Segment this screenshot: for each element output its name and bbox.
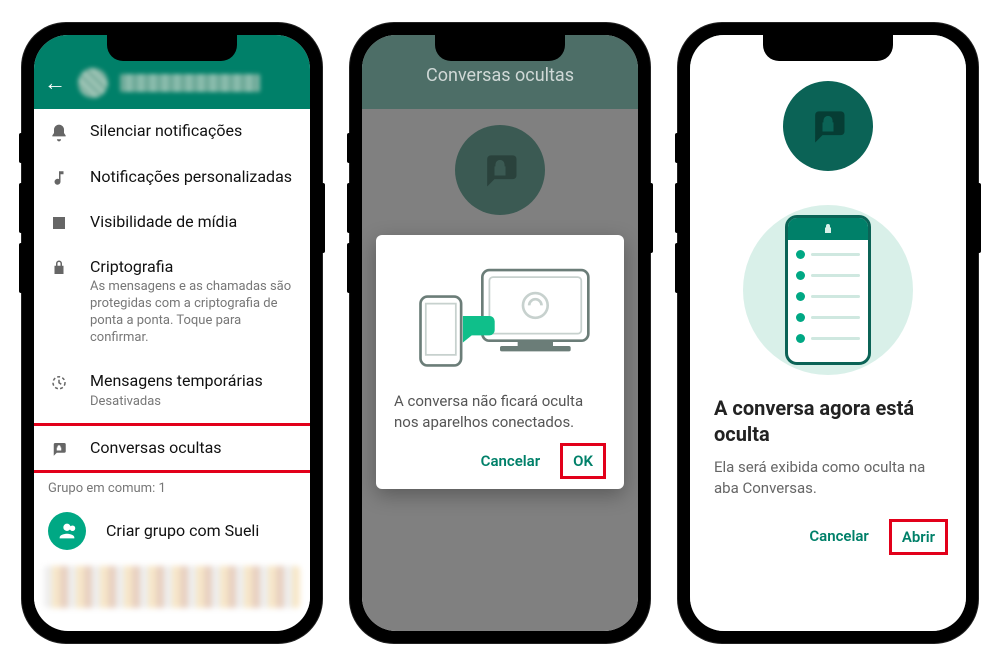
row-mute-notifications[interactable]: Silenciar notificações	[34, 109, 310, 155]
row-label: Criar grupo com Sueli	[106, 521, 296, 542]
dialog-message: A conversa não ficará oculta nos aparelh…	[394, 391, 606, 433]
timer-icon	[48, 371, 70, 391]
row-sub: Desativadas	[90, 394, 296, 411]
row-disappearing-messages[interactable]: Mensagens temporárias Desativadas	[34, 359, 310, 423]
group-icon	[48, 512, 86, 550]
linked-devices-dialog: A conversa não ficará oculta nos aparelh…	[376, 235, 624, 489]
phone-frame-2: Conversas ocultas A conversa n	[350, 23, 650, 643]
common-group-label: Grupo em comum: 1	[34, 473, 310, 500]
phone-frame-1: ← Silenciar notificações Notificações pe…	[22, 23, 322, 643]
panel-subtitle: Ela será exibida como oculta na aba Conv…	[690, 457, 966, 499]
lock-chat-badge-icon	[455, 125, 545, 215]
chat-lock-icon	[48, 438, 70, 458]
redacted-row	[44, 566, 300, 608]
row-label: Visibilidade de mídia	[90, 212, 296, 233]
row-label: Conversas ocultas	[90, 438, 296, 459]
row-hidden-chats[interactable]: Conversas ocultas	[34, 423, 310, 474]
row-create-group[interactable]: Criar grupo com Sueli	[34, 500, 310, 562]
panel-title: A conversa agora está oculta	[690, 395, 966, 447]
screen-hidden-confirmation: Conversas ocultas A conversa ago	[690, 35, 966, 631]
row-encryption[interactable]: Criptografia As mensagens e as chamadas …	[34, 245, 310, 359]
lock-icon	[48, 257, 70, 277]
image-icon	[48, 212, 70, 232]
notch	[763, 35, 893, 61]
linked-devices-illustration-icon	[394, 251, 606, 381]
row-sub: As mensagens e as chamadas são protegida…	[90, 279, 296, 347]
row-label: Silenciar notificações	[90, 121, 296, 142]
phone-frame-3: Conversas ocultas A conversa ago	[678, 23, 978, 643]
row-media-visibility[interactable]: Visibilidade de mídia	[34, 200, 310, 245]
row-label: Notificações personalizadas	[90, 167, 296, 188]
ok-button[interactable]: OK	[560, 443, 606, 479]
row-custom-notifications[interactable]: Notificações personalizadas	[34, 155, 310, 200]
contact-name-redacted	[120, 74, 260, 92]
cancel-button[interactable]: Cancelar	[797, 519, 881, 555]
contact-avatar[interactable]	[78, 68, 108, 98]
cancel-button[interactable]: Cancelar	[469, 444, 553, 478]
confirmation-panel: A conversa agora está oculta Ela será ex…	[690, 35, 966, 631]
screen-dialog-linked: Conversas ocultas A conversa n	[362, 35, 638, 631]
row-label: Mensagens temporárias	[90, 371, 296, 392]
notch	[107, 35, 237, 61]
notch	[435, 35, 565, 61]
lock-chat-badge-icon	[783, 81, 873, 171]
bell-icon	[48, 121, 70, 143]
hidden-chat-illustration-icon	[743, 205, 913, 375]
screen-settings: ← Silenciar notificações Notificações pe…	[34, 35, 310, 631]
row-label: Criptografia	[90, 257, 296, 278]
back-arrow-icon[interactable]: ←	[44, 70, 66, 96]
music-note-icon	[48, 167, 70, 187]
open-button[interactable]: Abrir	[889, 519, 948, 555]
